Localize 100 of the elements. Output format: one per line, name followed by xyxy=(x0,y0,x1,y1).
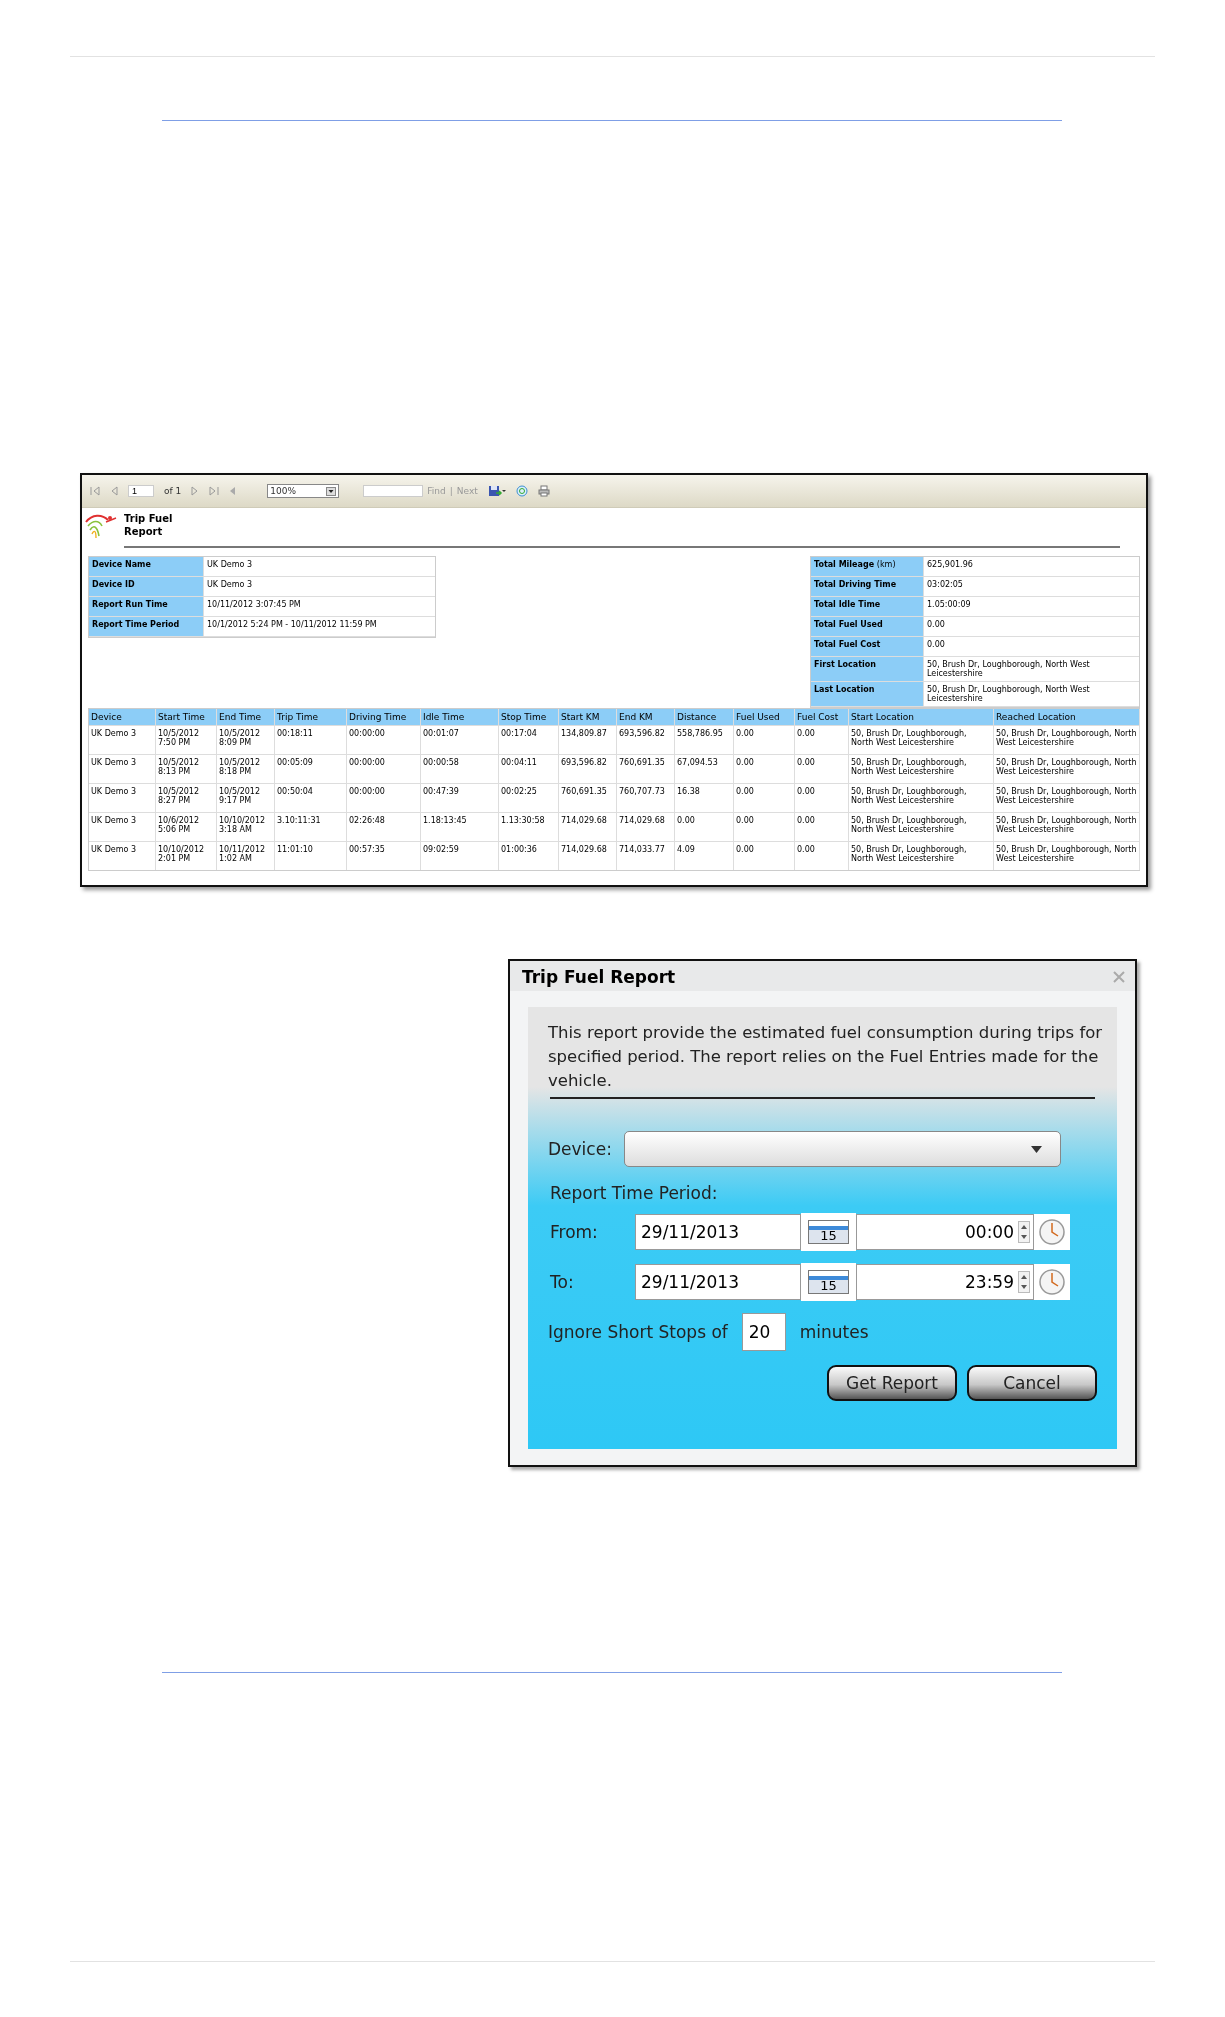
save-disk-icon[interactable] xyxy=(487,485,506,497)
table-cell: UK Demo 3 xyxy=(89,841,156,870)
column-header: Stop Time xyxy=(499,709,559,725)
period-label: Report Time Period: xyxy=(550,1183,719,1203)
table-cell: 50, Brush Dr, Loughborough, North West Leicestershire xyxy=(994,754,1140,783)
column-header: Idle Time xyxy=(421,709,499,725)
table-cell: 00:18:11 xyxy=(275,725,347,754)
clock-icon[interactable] xyxy=(1038,1268,1066,1296)
column-header: End Time xyxy=(217,709,275,725)
table-cell: 01:00:36 xyxy=(499,841,559,870)
cancel-button[interactable]: Cancel xyxy=(967,1365,1097,1401)
logo-icon xyxy=(84,512,118,540)
summary-label: Total Fuel Used xyxy=(811,617,923,637)
table-cell: 10/5/2012 8:09 PM xyxy=(217,725,275,754)
next-page-icon[interactable] xyxy=(191,486,200,496)
table-cell: 10/11/2012 1:02 AM xyxy=(217,841,275,870)
table-cell: UK Demo 3 xyxy=(89,754,156,783)
range-label: To: xyxy=(549,1272,575,1292)
summary-label: Total Mileage (km) xyxy=(811,557,923,577)
column-header: Start Time xyxy=(156,709,217,725)
table-cell: 50, Brush Dr, Loughborough, North West Leicestershire xyxy=(994,841,1140,870)
zoom-dropdown[interactable]: 100% xyxy=(267,484,340,498)
date-field[interactable]: 29/11/2013 xyxy=(635,1264,801,1300)
print-icon[interactable] xyxy=(537,485,550,497)
table-cell: 02:26:48 xyxy=(347,812,421,841)
clock-icon[interactable] xyxy=(1038,1218,1066,1246)
last-page-icon[interactable] xyxy=(209,486,220,496)
summary-value: UK Demo 3 xyxy=(203,577,435,597)
page-count: of 1 xyxy=(164,486,182,496)
summary-value: 10/1/2012 5:24 PM - 10/11/2012 11:59 PM xyxy=(203,617,435,637)
column-header: Fuel Cost xyxy=(795,709,849,725)
table-cell: UK Demo 3 xyxy=(89,725,156,754)
summary-value: 0.00 xyxy=(923,617,1139,637)
column-header: End KM xyxy=(617,709,675,725)
table-cell: 558,786.95 xyxy=(675,725,734,754)
table-cell: 693,596.82 xyxy=(617,725,675,754)
table-cell: 0.00 xyxy=(795,754,849,783)
table-cell: 760,707.73 xyxy=(617,783,675,812)
summary-label: Report Run Time xyxy=(89,597,203,617)
close-icon[interactable] xyxy=(1113,971,1125,983)
table-cell: 16.38 xyxy=(675,783,734,812)
get-report-button[interactable]: Get Report xyxy=(827,1365,957,1401)
find-field[interactable] xyxy=(363,485,424,497)
table-cell: 50, Brush Dr, Loughborough, North West Leicestershire xyxy=(849,841,994,870)
table-cell: 1.13:30:58 xyxy=(499,812,559,841)
table-cell: 3.10:11:31 xyxy=(275,812,347,841)
summary-value: 03:02:05 xyxy=(923,577,1139,597)
table-cell: 0.00 xyxy=(795,783,849,812)
table-cell: 00:02:25 xyxy=(499,783,559,812)
minutes-field[interactable]: 20 xyxy=(741,1313,786,1351)
table-cell: 1.18:13:45 xyxy=(421,812,499,841)
table-cell: 0.00 xyxy=(734,725,795,754)
table-cell: 00:50:04 xyxy=(275,783,347,812)
summary-value: 1.05:00:09 xyxy=(923,597,1139,617)
table-cell: 00:57:35 xyxy=(347,841,421,870)
table-cell: 0.00 xyxy=(795,841,849,870)
date-field[interactable]: 29/11/2013 xyxy=(635,1214,801,1250)
spinner-arrows-icon[interactable] xyxy=(1018,1271,1030,1293)
table-cell: 00:05:09 xyxy=(275,754,347,783)
table-cell: 50, Brush Dr, Loughborough, North West Leicestershire xyxy=(849,725,994,754)
refresh-icon[interactable] xyxy=(515,485,528,497)
table-cell: 0.00 xyxy=(734,754,795,783)
calendar-button[interactable]: 15 xyxy=(801,1213,856,1251)
previous-page-icon[interactable] xyxy=(110,486,118,496)
column-header: Driving Time xyxy=(347,709,421,725)
table-cell: 50, Brush Dr, Loughborough, North West Leicestershire xyxy=(849,812,994,841)
table-cell: 10/5/2012 8:27 PM xyxy=(156,783,217,812)
table-cell: 50, Brush Dr, Loughborough, North West Leicestershire xyxy=(994,812,1140,841)
table-cell: 134,809.87 xyxy=(559,725,617,754)
separator: | xyxy=(449,486,453,496)
summary-value: 0.00 xyxy=(923,637,1139,657)
table-cell: 00:17:04 xyxy=(499,725,559,754)
table-cell: 50, Brush Dr, Loughborough, North West Leicestershire xyxy=(994,783,1140,812)
calendar-button[interactable]: 15 xyxy=(801,1263,856,1301)
table-cell: 10/5/2012 9:17 PM xyxy=(217,783,275,812)
page-number-field[interactable]: 1 xyxy=(128,485,154,497)
time-field[interactable]: 00:00 xyxy=(856,1214,1034,1250)
first-page-icon[interactable] xyxy=(90,486,100,496)
summary-label: Total Driving Time xyxy=(811,577,923,597)
device-dropdown[interactable] xyxy=(623,1131,1061,1167)
table-cell: 00:00:00 xyxy=(347,783,421,812)
table-cell: 67,094.53 xyxy=(675,754,734,783)
table-cell: 760,691.35 xyxy=(617,754,675,783)
table-cell: 00:00:58 xyxy=(421,754,499,783)
table-cell: 10/5/2012 8:18 PM xyxy=(217,754,275,783)
time-field[interactable]: 23:59 xyxy=(856,1264,1034,1300)
table-cell: 50, Brush Dr, Loughborough, North West Leicestershire xyxy=(994,725,1140,754)
summary-label: Last Location xyxy=(811,682,923,707)
column-header: Trip Time xyxy=(275,709,347,725)
table-cell: 00:47:39 xyxy=(421,783,499,812)
dropdown-arrow-icon xyxy=(326,486,337,496)
table-cell: 4.09 xyxy=(675,841,734,870)
column-header: Fuel Used xyxy=(734,709,795,725)
table-cell: 00:01:07 xyxy=(421,725,499,754)
table-cell: 11:01:10 xyxy=(275,841,347,870)
summary-label: First Location xyxy=(811,657,923,682)
spinner-arrows-icon[interactable] xyxy=(1018,1221,1030,1243)
table-cell: 714,029.68 xyxy=(617,812,675,841)
table-cell: 10/5/2012 8:13 PM xyxy=(156,754,217,783)
summary-label: Total Fuel Cost xyxy=(811,637,923,657)
